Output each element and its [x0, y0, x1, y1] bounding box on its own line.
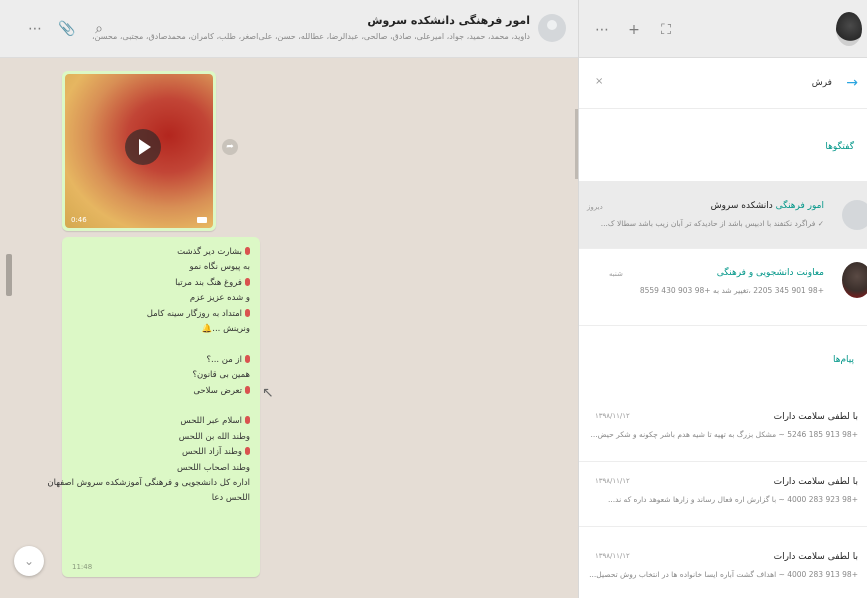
message-line-text: اسلام عبر اللحس [180, 416, 242, 427]
profile-avatar[interactable] [836, 12, 862, 46]
message-line-text: بشارت دیر گذشت [177, 247, 242, 257]
status-icon[interactable]: ⛶ [657, 21, 675, 39]
message-result-row[interactable]: با لطفی سلامت دارات ۱۳۹۸/۱۱/۱۲ +98 913 1… [579, 400, 867, 462]
play-icon[interactable] [125, 129, 161, 165]
message-list[interactable]: 0:46 ➦ بشارت دیر گذشت به پیوس نگاه نمو فرو… [0, 59, 578, 598]
message-line-text: تعرض سلاحی [193, 385, 242, 396]
microphone-emoji-icon [245, 247, 250, 255]
message-result-title: با لطفی سلامت دارات [773, 552, 858, 562]
scroll-down-button[interactable]: ⌄ [14, 546, 44, 576]
chat-result-title: امور فرهنگی دانشکده سروش [710, 201, 824, 211]
message-line: امتداد به روزگار سینه کامل [72, 307, 250, 322]
section-label-messages: پیام‌ها [832, 355, 854, 365]
microphone-emoji-icon [245, 308, 250, 317]
message-line-text: فروغ هنگ بند مرتبا [175, 277, 242, 288]
conversation-pane: امور فرهنگی دانشکده سروش داوید، محمد، حم… [0, 0, 578, 598]
message-line: به پیوس نگاه نمو [72, 260, 250, 275]
message-result-date: ۱۳۹۸/۱۱/۱۲ [595, 552, 630, 560]
menu-icon[interactable]: ⋯ [26, 20, 44, 38]
message-line: وطند آزاد اللحس [72, 445, 250, 460]
chat-result-snippet: ✓ فراگرد نکتفند با ادبیس باشد از حادیدکه… [600, 219, 824, 228]
message-result-title: با لطفی سلامت دارات [773, 477, 858, 487]
message-line [72, 399, 250, 414]
message-line: اسلام عبر اللحس [72, 414, 250, 429]
message-line-text: وطند آزاد اللحس [181, 447, 242, 458]
microphone-emoji-icon [245, 354, 250, 363]
message-result-date: ۱۳۹۸/۱۱/۱۲ [595, 477, 630, 485]
chat-result-snippet: +98 901 345 2205 ،تغییر شد به +98 903 43… [639, 286, 824, 295]
message-line: وطند اصحاب اللحس [72, 461, 250, 476]
message-time: 11:48 [72, 563, 93, 571]
message-result-title: با لطفی سلامت دارات [773, 412, 858, 422]
message-line-text: وطند اصحاب اللحس [176, 462, 250, 473]
message-line [72, 337, 250, 352]
microphone-emoji-icon [245, 277, 250, 286]
message-line-text: به پیوس نگاه نمو [189, 262, 250, 273]
chat-result-row[interactable]: معاونت دانشجویی و فرهنگی +98 901 345 220… [579, 250, 867, 326]
messages-section-header: پیام‌ها [579, 327, 867, 393]
message-line: ونرینش ...🔔 [72, 322, 250, 337]
message-line-text: و شده عزیز عزم [189, 293, 250, 304]
message-line: از من ...؟ [72, 353, 250, 368]
message-line: فروغ هنگ بند مرتبا [72, 276, 250, 291]
forward-icon[interactable]: ➦ [222, 139, 238, 155]
section-label-chats: گفتگوها [825, 142, 854, 152]
group-members: داوید، محمد، حمید، جواد، امیرعلی، صادق، … [90, 32, 530, 41]
attach-icon[interactable]: 📎 [58, 20, 76, 38]
search-input[interactable]: فرش [812, 78, 832, 88]
clear-search-icon[interactable]: × [595, 76, 603, 87]
video-message[interactable]: 0:46 [62, 71, 216, 231]
message-line-text: اداره کل دانشجویی و فرهنگی آموزشکده سروش… [47, 478, 250, 489]
menu-icon[interactable]: ⋯ [593, 21, 611, 39]
chat-result-date: شنبه [609, 270, 623, 278]
message-line-text: از من ...؟ [206, 354, 242, 365]
chat-result-date: دیروز [587, 203, 603, 211]
message-line-text: امتداد به روزگار سینه کامل [146, 308, 242, 319]
group-avatar[interactable] [538, 14, 566, 42]
chat-result-row[interactable]: امور فرهنگی دانشکده سروش ✓ فراگرد نکتفند… [579, 181, 867, 249]
message-line: و شده عزیز عزم [72, 291, 250, 306]
group-avatar [842, 200, 867, 230]
whatsapp-web-window: امور فرهنگی دانشکده سروش داوید، محمد، حم… [0, 0, 867, 598]
message-line: وطند الله بن اللحس [72, 430, 250, 445]
conversation-title[interactable]: امور فرهنگی دانشکده سروش [367, 14, 530, 27]
message-result-snippet: +98 913 185 5246 ~ مشکل بزرگ به تهیه تا … [590, 430, 858, 439]
message-line-text: اللحس دعا [211, 493, 250, 504]
message-result-snippet: +98 923 283 4000 ~ با گزارش اره فعال رسا… [608, 495, 858, 504]
microphone-emoji-icon [245, 385, 250, 394]
sidebar-header: ⛶ + ⋯ [579, 0, 867, 58]
sidebar: ⛶ + ⋯ → فرش × گفتگوها امور فرهنگی دانشکد… [578, 0, 867, 598]
search-icon[interactable]: ⌕ [90, 20, 108, 38]
search-bar[interactable]: → فرش × [579, 59, 867, 109]
message-line-text: ونرینش ...🔔 [201, 324, 250, 335]
video-duration: 0:46 [71, 216, 87, 224]
microphone-emoji-icon [245, 447, 250, 456]
message-line-text: وطند الله بن اللحس [178, 431, 250, 442]
message-result-date: ۱۳۹۸/۱۱/۱۲ [595, 412, 630, 420]
message-line: اللحس دعا [72, 491, 250, 506]
message-result-row[interactable]: با لطفی سلامت دارات ۱۳۹۸/۱۱/۱۲ +98 913 2… [579, 540, 867, 598]
conversation-header[interactable]: امور فرهنگی دانشکده سروش داوید، محمد، حم… [0, 0, 578, 58]
message-line: اداره کل دانشجویی و فرهنگی آموزشکده سروش… [47, 476, 250, 491]
text-message[interactable]: بشارت دیر گذشت به پیوس نگاه نمو فروغ هنگ ب… [47, 237, 260, 577]
contact-avatar [842, 262, 867, 298]
panel-edge-handle [6, 254, 12, 296]
back-arrow-icon[interactable]: → [846, 75, 858, 91]
chat-result-title: معاونت دانشجویی و فرهنگی [716, 268, 824, 278]
message-line-text: همین بی قانون؟ [192, 370, 250, 381]
microphone-emoji-icon [245, 416, 250, 425]
message-line: تعرض سلاحی [72, 384, 250, 399]
message-result-snippet: +98 913 283 4000 ~ اهداف گشت آباره ایسا … [589, 570, 858, 579]
message-body: بشارت دیر گذشت به پیوس نگاه نمو فروغ هنگ ب… [47, 245, 250, 507]
new-chat-icon[interactable]: + [625, 21, 643, 39]
video-thumbnail[interactable]: 0:46 [65, 74, 213, 228]
chats-section-header: گفتگوها [579, 110, 867, 180]
video-camera-icon [197, 217, 207, 223]
message-line: بشارت دیر گذشت [72, 245, 250, 260]
message-line: همین بی قانون؟ [72, 368, 250, 383]
message-result-row[interactable]: با لطفی سلامت دارات ۱۳۹۸/۱۱/۱۲ +98 923 2… [579, 465, 867, 527]
mouse-cursor-icon: ↖ [262, 385, 274, 401]
